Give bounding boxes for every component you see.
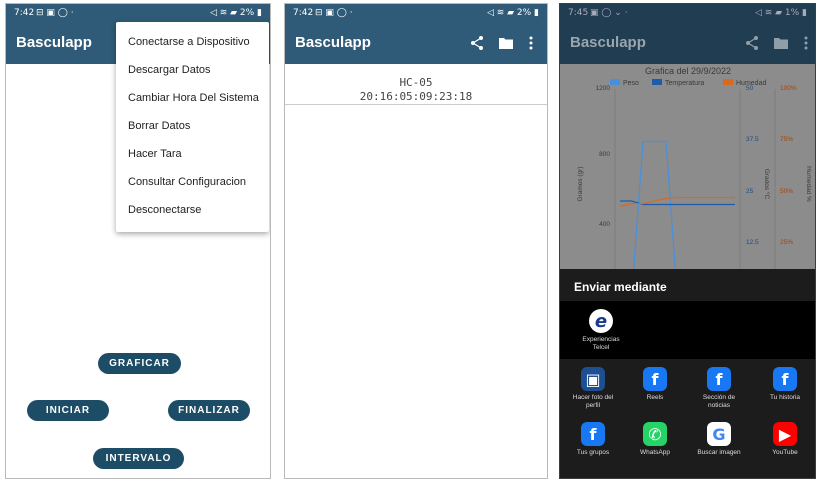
y-right1-tick: 12.5 [746, 239, 759, 246]
app-title: Basculapp [295, 34, 371, 51]
share-app-item[interactable]: f Tus grupos [564, 422, 622, 457]
folder-icon[interactable] [499, 37, 513, 49]
y-right1-tick: 25 [746, 188, 754, 195]
share-app-item[interactable]: f Tu historia [756, 367, 814, 402]
facebook-icon: f [581, 422, 605, 446]
intervalo-button[interactable]: INTERVALO [93, 448, 184, 469]
share-sheet: Enviar mediante e Experiencias Telcel ▣ Ha… [560, 269, 815, 478]
menu-item-download[interactable]: Descargar Datos [116, 56, 269, 84]
menu-item-change-time[interactable]: Cambiar Hora Del Sistema [116, 84, 269, 112]
menu-item-connect[interactable]: Conectarse a Dispositivo [116, 28, 269, 56]
status-notification-icons: ⊟ ▣ ◯ · [315, 8, 353, 18]
app-title: Basculapp [16, 34, 92, 51]
share-icon [745, 35, 759, 51]
app-bar: Basculapp [285, 22, 547, 64]
device-name[interactable]: HC-05 [285, 76, 547, 89]
y-right1-label: Grados °C [763, 169, 771, 200]
menu-item-config[interactable]: Consultar Configuracion [116, 168, 269, 196]
y-right1-tick: 50 [746, 85, 754, 92]
facebook-icon: f [643, 367, 667, 391]
y-right2-tick: 50% [780, 188, 793, 195]
line-chart: Grafica del 29/9/2022 Peso Temperatura H… [577, 66, 812, 300]
share-icon[interactable] [470, 35, 484, 51]
menu-item-delete[interactable]: Borrar Datos [116, 112, 269, 140]
chart-panel: Grafica del 29/9/2022 Peso Temperatura H… [560, 64, 815, 300]
status-system-icons: ◁ ≋ ▰ 1% ▮ [754, 8, 807, 18]
legend-label-peso: Peso [623, 80, 639, 87]
iniciar-button[interactable]: INICIAR [27, 400, 109, 421]
share-app-item[interactable]: ▣ Hacer foto del perfil [564, 367, 622, 410]
graficar-button[interactable]: GRAFICAR [98, 353, 181, 374]
y-right2-tick: 25% [780, 239, 793, 246]
status-bar: 7:45 ▣ ◯ ⌄ · ◁ ≋ ▰ 1% ▮ [560, 4, 815, 22]
y-right2-tick: 100% [780, 85, 797, 92]
share-app-item[interactable]: ▶ YouTube [756, 422, 814, 457]
facebook-icon: f [773, 367, 797, 391]
share-app-item[interactable]: f Reels [626, 367, 684, 402]
share-app-item[interactable]: G Buscar imagen [690, 422, 748, 457]
legend-label-temperatura: Temperatura [665, 80, 704, 87]
share-app-label: Tus grupos [576, 449, 610, 456]
status-bar: 7:42 ⊟ ▣ ◯ · ◁ ≋ ▰ 2% ▮ [6, 4, 270, 22]
share-app-item[interactable]: ✆ WhatsApp [626, 422, 684, 457]
overflow-menu: Conectarse a Dispositivo Descargar Datos… [116, 22, 269, 232]
series-line-peso [620, 140, 735, 300]
y-right2-label: Humedad % [805, 166, 812, 202]
chart-title: Grafica del 29/9/2022 [645, 66, 731, 76]
telcel-icon: e [589, 309, 613, 333]
app-title: Basculapp [570, 34, 646, 51]
youtube-icon: ▶ [773, 422, 797, 446]
share-app-label: Reels [646, 394, 664, 401]
share-app-label: Buscar imagen [697, 449, 741, 456]
share-app-label: WhatsApp [640, 449, 670, 456]
status-time: 7:45 [568, 8, 589, 18]
phone-screen-share: 7:45 ▣ ◯ ⌄ · ◁ ≋ ▰ 1% ▮ Basculapp Grafic… [559, 3, 816, 479]
overflow-menu-icon[interactable] [529, 36, 533, 50]
facebook-profile-photo-icon: ▣ [581, 367, 605, 391]
menu-item-tare[interactable]: Hacer Tara [116, 140, 269, 168]
status-system-icons: ◁ ≋ ▰ 2% ▮ [209, 8, 262, 18]
legend-swatch-peso [610, 79, 620, 85]
y-left-tick: 1200 [596, 85, 611, 92]
whatsapp-icon: ✆ [643, 422, 667, 446]
legend-swatch-temperatura [652, 79, 662, 85]
status-notification-icons: ⊟ ▣ ◯ · [36, 8, 74, 18]
y-left-label: Gramos (gr) [577, 166, 584, 201]
menu-item-disconnect[interactable]: Desconectarse [116, 196, 269, 224]
status-time: 7:42 [14, 8, 35, 18]
list-divider [285, 104, 547, 105]
share-app-item[interactable]: f Sección de noticias [690, 367, 748, 410]
finalizar-button[interactable]: FINALIZAR [168, 400, 250, 421]
share-app-label: Tu historia [769, 394, 801, 401]
folder-icon [774, 37, 788, 49]
status-notification-icons: ▣ ◯ ⌄ · [590, 8, 628, 18]
share-app-label: Sección de noticias [702, 394, 736, 409]
y-left-tick: 800 [599, 151, 610, 158]
share-app-label: Hacer foto del perfil [572, 394, 614, 409]
google-icon: G [707, 422, 731, 446]
facebook-icon: f [707, 367, 731, 391]
app-bar: Basculapp [560, 22, 815, 64]
legend-swatch-humedad [723, 79, 733, 85]
share-app-experiencias-telcel[interactable]: e Experiencias Telcel [572, 309, 630, 352]
device-address[interactable]: 20:16:05:09:23:18 [285, 90, 547, 103]
y-left-tick: 400 [599, 221, 610, 228]
share-app-label: YouTube [772, 449, 798, 456]
phone-screen-menu: 7:42 ⊟ ▣ ◯ · ◁ ≋ ▰ 2% ▮ Basculapp Conect… [5, 3, 271, 479]
share-suggested-row: e Experiencias Telcel [560, 301, 815, 359]
y-right2-tick: 75% [780, 136, 793, 143]
overflow-menu-icon [804, 36, 808, 50]
share-sheet-title: Enviar mediante [574, 280, 667, 294]
screenshot-collage: 7:42 ⊟ ▣ ◯ · ◁ ≋ ▰ 2% ▮ Basculapp Conect… [0, 0, 816, 482]
status-time: 7:42 [293, 8, 314, 18]
y-right1-tick: 37.5 [746, 136, 759, 143]
share-app-label: Experiencias Telcel [582, 336, 620, 351]
status-system-icons: ◁ ≋ ▰ 2% ▮ [486, 8, 539, 18]
phone-screen-devices: 7:42 ⊟ ▣ ◯ · ◁ ≋ ▰ 2% ▮ Basculapp HC-05 … [284, 3, 548, 479]
status-bar: 7:42 ⊟ ▣ ◯ · ◁ ≋ ▰ 2% ▮ [285, 4, 547, 22]
